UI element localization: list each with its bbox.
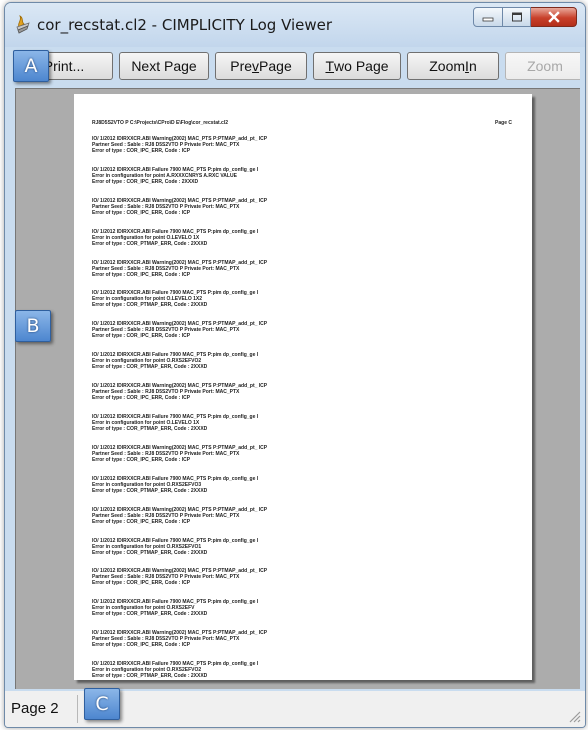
page-header-path: RJ8D5S2VTO P C:\Projects\CPro\D E\Flog\c… (92, 120, 228, 126)
zoom-out-button[interactable]: Zoom (505, 52, 580, 80)
log-entry: IO/ 1/2012 IDIRXXCR.ABI Warning(2002) MA… (92, 445, 472, 476)
log-entry-line: Error of type : COR_IPC_ERR, Code : ICP (92, 395, 191, 402)
prev-page-label-a: Pre (230, 58, 253, 74)
app-icon (16, 15, 30, 34)
log-entry-line: Error of type : COR_IPC_ERR, Code : ICP (92, 580, 191, 587)
title-bar[interactable]: cor_recstat.cl2 - CIMPLICITY Log Viewer (5, 3, 585, 47)
two-page-label-accel: T (325, 58, 335, 74)
log-entry-line: Error of type : COR_PTMAP_ERR, Code : 2X… (92, 364, 208, 371)
log-entry-line: Error of type : COR_PTMAP_ERR, Code : 2X… (92, 673, 208, 680)
zoom-in-label-b: n (468, 58, 477, 74)
prev-page-button[interactable]: Pre v Page (215, 52, 307, 80)
next-page-button[interactable]: Next Page (119, 52, 209, 80)
log-entry-line: Error of type : COR_IPC_ERR, Code : ICP (92, 271, 191, 278)
log-entry: IO/ 1/2012 IDIRXXCR.ABI Warning(2002) MA… (92, 321, 472, 352)
maximize-icon (511, 12, 522, 22)
log-entry-line: Error of type : COR_PTMAP_ERR, Code : 2X… (92, 549, 208, 556)
log-entry: IO/ 1/2012 IDIRXXCR.ABI Warning(2002) MA… (92, 198, 472, 229)
status-separator (77, 695, 78, 723)
log-entry: IO/ 1/2012 IDIRXXCR.ABI Warning(2002) MA… (92, 507, 472, 538)
status-page-label: Page 2 (11, 700, 59, 717)
log-entry: IO/ 1/2012 IDIRXXCR.ABI Warning(2002) MA… (92, 383, 472, 414)
log-entry: IO/ 1/2012 IDIRXXCR.ABI Failure 7900 MAC… (92, 414, 472, 445)
window-title: cor_recstat.cl2 - CIMPLICITY Log Viewer (37, 16, 333, 34)
log-entry: IO/ 1/2012 IDIRXXCR.ABI Failure 7900 MAC… (92, 476, 472, 507)
log-entry-line: Error of type : COR_IPC_ERR, Code : 2XXX… (92, 178, 199, 185)
prev-page-label-b: Page (259, 58, 292, 74)
log-entry: IO/ 1/2012 IDIRXXCR.ABI Failure 7900 MAC… (92, 352, 472, 383)
log-entry-line: Error of type : COR_PTMAP_ERR, Code : 2X… (92, 240, 208, 247)
log-entry: IO/ 1/2012 IDIRXXCR.ABI Failure 7900 MAC… (92, 599, 472, 630)
two-page-button[interactable]: Two Page (313, 52, 401, 80)
callout-marker-b: B (15, 310, 51, 342)
log-entry-line: Error of type : COR_PTMAP_ERR, Code : 2X… (92, 426, 208, 433)
log-page: RJ8D5S2VTO P C:\Projects\CPro\D E\Flog\c… (74, 94, 532, 680)
log-entry: IO/ 1/2012 IDIRXXCR.ABI Failure 7900 MAC… (92, 290, 472, 321)
maximize-button[interactable] (503, 7, 531, 27)
log-entry: IO/ 1/2012 IDIRXXCR.ABI Warning(2002) MA… (92, 568, 472, 599)
log-entry: IO/ 1/2012 IDIRXXCR.ABI Failure 7900 MAC… (92, 538, 472, 569)
toolbar: Print... Next Page Pre v Page Two Page Zo… (15, 52, 580, 82)
log-entry-line: Error of type : COR_IPC_ERR, Code : ICP (92, 456, 191, 463)
prev-page-label-accel: v (252, 58, 260, 74)
log-entry-line: Error of type : COR_PTMAP_ERR, Code : 2X… (92, 611, 208, 618)
log-entry-line: Error of type : COR_IPC_ERR, Code : ICP (92, 333, 191, 340)
minimize-button[interactable] (473, 7, 503, 27)
page-header-number: Page C (495, 120, 512, 126)
zoom-in-label-a: Zoom (429, 58, 466, 74)
log-entry: IO/ 1/2012 IDIRXXCR.ABI Warning(2002) MA… (92, 630, 472, 661)
close-icon (547, 11, 560, 23)
log-entry: IO/ 1/2012 IDIRXXCR.ABI Warning(2002) MA… (92, 260, 472, 291)
log-entry: IO/ 1/2012 IDIRXXCR.ABI Warning(2002) MA… (92, 136, 472, 167)
minimize-icon (482, 17, 494, 22)
resize-grip-icon[interactable] (567, 709, 581, 723)
callout-marker-c: C (84, 688, 120, 720)
log-entry: IO/ 1/2012 IDIRXXCR.ABI Failure 7900 MAC… (92, 661, 472, 680)
log-viewer-window: cor_recstat.cl2 - CIMPLICITY Log Viewer … (4, 2, 586, 728)
log-entry: IO/ 1/2012 IDIRXXCR.ABI Failure 7900 MAC… (92, 167, 472, 198)
log-entry-line: Error of type : COR_IPC_ERR, Code : ICP (92, 642, 191, 649)
preview-viewport[interactable]: RJ8D5S2VTO P C:\Projects\CPro\D E\Flog\c… (15, 88, 580, 689)
zoom-in-button[interactable]: Zoom In (407, 52, 499, 80)
two-page-label-b: wo Page (334, 58, 389, 74)
log-entry: IO/ 1/2012 IDIRXXCR.ABI Failure 7900 MAC… (92, 229, 472, 260)
log-entry-line: Error of type : COR_PTMAP_ERR, Code : 2X… (92, 302, 208, 309)
window-controls (473, 7, 577, 29)
log-entry-line: Error of type : COR_IPC_ERR, Code : ICP (92, 209, 191, 216)
log-entry-line: Error of type : COR_IPC_ERR, Code : ICP (92, 518, 191, 525)
page-header: RJ8D5S2VTO P C:\Projects\CPro\D E\Flog\c… (92, 118, 512, 128)
log-entry-line: Error of type : COR_PTMAP_ERR, Code : 2X… (92, 487, 208, 494)
callout-marker-a: A (13, 50, 49, 82)
close-button[interactable] (531, 7, 577, 27)
log-entry-list: IO/ 1/2012 IDIRXXCR.ABI Warning(2002) MA… (92, 136, 472, 680)
log-entry-line: Error of type : COR_IPC_ERR, Code : ICP (92, 148, 191, 154)
